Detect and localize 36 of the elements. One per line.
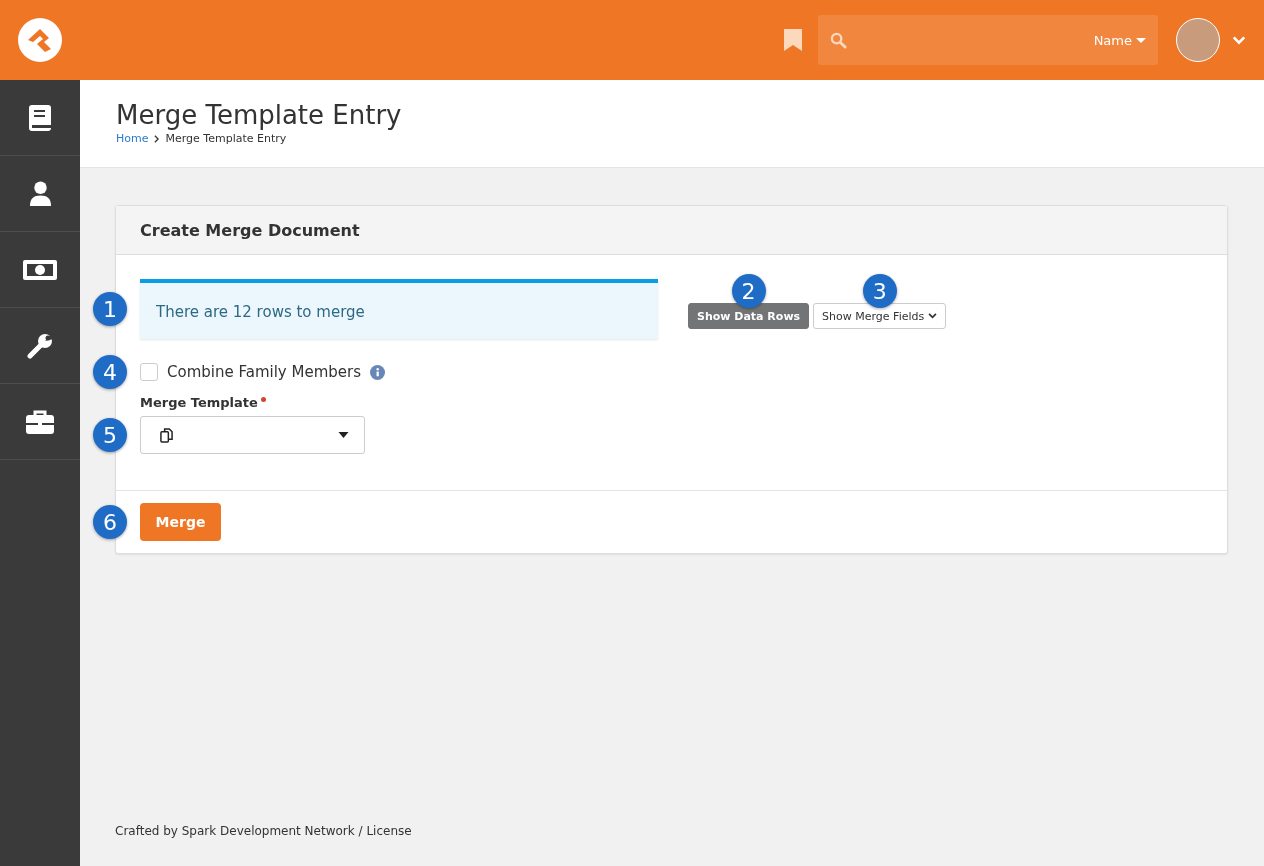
field-label: Merge Template [140,395,258,410]
caret-icon [338,432,349,438]
search-field[interactable]: Name [818,15,1158,65]
person-icon[interactable] [28,181,52,206]
show-data-rows-button[interactable]: Show Data Rows [688,303,810,329]
avatar[interactable] [1176,18,1220,62]
wrench-icon[interactable] [27,332,53,359]
briefcase-icon[interactable] [26,409,54,434]
chevron-down-icon[interactable] [1232,35,1246,45]
banknote-icon[interactable] [23,259,57,280]
merge-button[interactable]: Merge [140,503,221,541]
chevron-right-icon [154,134,160,143]
breadcrumb-link[interactable]: Home [116,132,149,145]
search-icon [830,31,847,49]
logo-icon[interactable] [18,18,62,62]
info-alert: There are 12 rows to merge [140,279,658,339]
breadcrumb-current: Merge Template Entry [165,132,287,145]
show-merge-fields-dropdown[interactable]: Show Merge Fields [813,303,947,329]
callout-badge: 6 [93,505,127,539]
chevron-down-icon [928,313,938,319]
panel-title: Create Merge Document [140,220,360,240]
search-filter-dropdown[interactable]: Name [1093,32,1146,48]
callout-badge: 5 [93,418,127,452]
checkbox[interactable] [140,363,158,381]
required-dot-icon [260,397,266,402]
bookmark-icon[interactable] [784,29,802,51]
info-icon[interactable] [370,364,385,380]
page-title: Merge Template Entry [116,100,403,130]
checkbox-label: Combine Family Members [167,363,361,381]
callout-badge: 3 [862,274,897,308]
book-icon[interactable] [29,104,51,131]
callout-badge: 1 [93,292,127,326]
callout-badge: 2 [731,274,766,308]
copy-icon [160,427,173,443]
footer-text: Crafted by Spark Development Network / License [115,824,413,838]
callout-badge: 4 [93,355,127,389]
